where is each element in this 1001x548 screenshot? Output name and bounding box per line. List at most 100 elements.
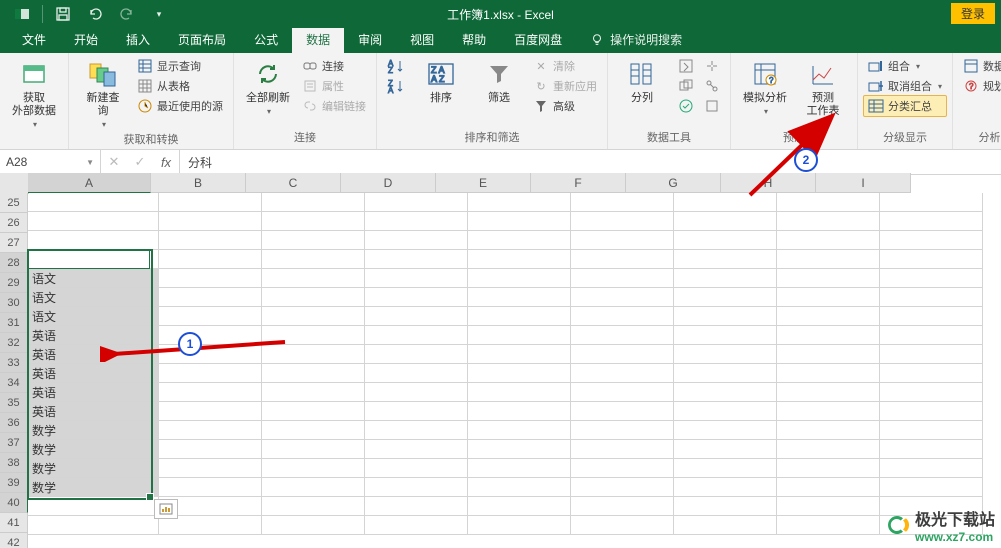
cell[interactable] bbox=[674, 497, 777, 516]
ungroup-button[interactable]: 取消组合▾ bbox=[864, 76, 946, 96]
cell[interactable] bbox=[571, 212, 674, 231]
column-header[interactable]: C bbox=[246, 173, 341, 193]
tab-page-layout[interactable]: 页面布局 bbox=[164, 26, 240, 53]
cell[interactable] bbox=[880, 440, 983, 459]
cell[interactable]: 数学 bbox=[28, 478, 159, 497]
cell[interactable] bbox=[365, 250, 468, 269]
cell[interactable] bbox=[571, 250, 674, 269]
cell[interactable] bbox=[674, 383, 777, 402]
select-all-button[interactable] bbox=[0, 173, 29, 194]
cell[interactable]: 数学 bbox=[28, 459, 159, 478]
cell[interactable] bbox=[365, 459, 468, 478]
cell[interactable]: 英语 bbox=[28, 402, 159, 421]
cell[interactable] bbox=[571, 497, 674, 516]
column-header[interactable]: B bbox=[151, 173, 246, 193]
cell[interactable] bbox=[365, 402, 468, 421]
row-header[interactable]: 34 bbox=[0, 373, 28, 393]
cell[interactable] bbox=[468, 440, 571, 459]
cell[interactable] bbox=[468, 212, 571, 231]
consolidate-button[interactable] bbox=[700, 56, 724, 76]
cell[interactable]: 英语 bbox=[28, 383, 159, 402]
cell[interactable] bbox=[159, 212, 262, 231]
cell[interactable] bbox=[262, 421, 365, 440]
cell[interactable] bbox=[674, 402, 777, 421]
row-header[interactable]: 33 bbox=[0, 353, 28, 373]
cell[interactable] bbox=[262, 269, 365, 288]
cell[interactable] bbox=[880, 269, 983, 288]
cell[interactable] bbox=[365, 326, 468, 345]
cell[interactable] bbox=[468, 193, 571, 212]
cell[interactable] bbox=[468, 478, 571, 497]
remove-dup-button[interactable] bbox=[674, 76, 698, 96]
cell[interactable] bbox=[468, 459, 571, 478]
cell[interactable] bbox=[365, 193, 468, 212]
cell[interactable] bbox=[365, 307, 468, 326]
redo-icon[interactable] bbox=[113, 2, 141, 26]
name-box[interactable]: A28▼ bbox=[0, 150, 101, 174]
cell[interactable] bbox=[365, 383, 468, 402]
fill-handle[interactable] bbox=[146, 493, 154, 501]
cell[interactable] bbox=[159, 478, 262, 497]
cell[interactable] bbox=[777, 402, 880, 421]
cell[interactable] bbox=[880, 193, 983, 212]
cell[interactable] bbox=[262, 478, 365, 497]
tab-insert[interactable]: 插入 bbox=[112, 26, 164, 53]
cell[interactable]: 语文 bbox=[28, 269, 159, 288]
cell[interactable] bbox=[571, 307, 674, 326]
cell[interactable] bbox=[468, 288, 571, 307]
cell[interactable] bbox=[880, 459, 983, 478]
cell[interactable] bbox=[777, 250, 880, 269]
data-validation-button[interactable] bbox=[674, 96, 698, 116]
row-header[interactable]: 30 bbox=[0, 293, 28, 313]
cell[interactable] bbox=[262, 383, 365, 402]
row-header[interactable]: 39 bbox=[0, 473, 28, 493]
row-header[interactable]: 32 bbox=[0, 333, 28, 353]
cell[interactable] bbox=[880, 288, 983, 307]
row-header[interactable]: 37 bbox=[0, 433, 28, 453]
cell[interactable] bbox=[880, 212, 983, 231]
cell[interactable] bbox=[674, 231, 777, 250]
cell[interactable] bbox=[880, 402, 983, 421]
row-header[interactable]: 41 bbox=[0, 513, 28, 533]
refresh-all-button[interactable]: 全部刷新▾ bbox=[240, 56, 296, 118]
flash-fill-button[interactable] bbox=[674, 56, 698, 76]
cell[interactable] bbox=[674, 421, 777, 440]
cell[interactable] bbox=[365, 231, 468, 250]
cell[interactable] bbox=[365, 497, 468, 516]
advanced-filter-button[interactable]: 高级 bbox=[529, 96, 601, 116]
cell[interactable] bbox=[468, 307, 571, 326]
column-header[interactable]: G bbox=[626, 173, 721, 193]
cell[interactable] bbox=[365, 440, 468, 459]
row-header[interactable]: 36 bbox=[0, 413, 28, 433]
cell[interactable] bbox=[777, 459, 880, 478]
cell[interactable]: 分科 bbox=[28, 250, 159, 269]
row-header[interactable]: 42 bbox=[0, 533, 28, 548]
cell[interactable] bbox=[571, 326, 674, 345]
cell[interactable] bbox=[880, 478, 983, 497]
cell[interactable] bbox=[468, 231, 571, 250]
cell[interactable] bbox=[365, 212, 468, 231]
column-header[interactable]: E bbox=[436, 173, 531, 193]
cell[interactable] bbox=[365, 421, 468, 440]
tab-help[interactable]: 帮助 bbox=[448, 26, 500, 53]
row-header[interactable]: 35 bbox=[0, 393, 28, 413]
cell[interactable] bbox=[571, 288, 674, 307]
column-header[interactable]: D bbox=[341, 173, 436, 193]
cell[interactable] bbox=[880, 345, 983, 364]
cell[interactable] bbox=[159, 459, 262, 478]
row-header[interactable]: 25 bbox=[0, 193, 28, 213]
cell[interactable] bbox=[159, 307, 262, 326]
column-header[interactable]: F bbox=[531, 173, 626, 193]
sort-asc-button[interactable]: AZ bbox=[383, 56, 407, 76]
cell[interactable] bbox=[880, 231, 983, 250]
cell[interactable]: 语文 bbox=[28, 288, 159, 307]
cell[interactable] bbox=[159, 250, 262, 269]
cell[interactable] bbox=[571, 440, 674, 459]
cell[interactable] bbox=[674, 516, 777, 535]
cell[interactable] bbox=[262, 307, 365, 326]
text-to-columns-button[interactable]: 分列 bbox=[614, 56, 670, 107]
cell[interactable] bbox=[159, 383, 262, 402]
data-validate-button[interactable]: 数据验 bbox=[959, 56, 1001, 76]
cell[interactable] bbox=[880, 383, 983, 402]
cell[interactable] bbox=[674, 307, 777, 326]
